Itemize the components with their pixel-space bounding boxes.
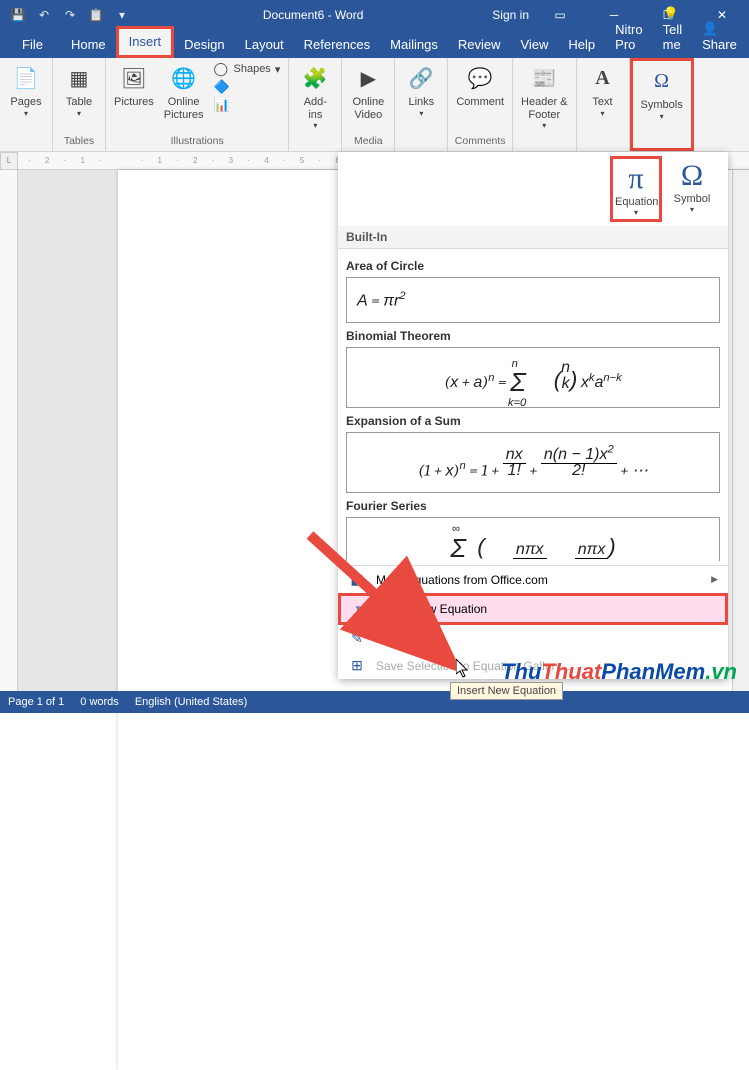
undo-icon[interactable]: ↶ <box>32 3 56 27</box>
save-gallery-icon: ⊞ <box>348 657 366 674</box>
symbols-button[interactable]: ΩSymbols▾ <box>637 63 687 123</box>
share-button[interactable]: 👤Share <box>692 16 747 58</box>
header-footer-button[interactable]: 📰Header & Footer▾ <box>517 60 571 132</box>
equation-item-label: Fourier Series <box>346 499 720 513</box>
status-bar: Page 1 of 1 0 words English (United Stat… <box>0 691 749 713</box>
office-icon: ◧ <box>348 571 366 588</box>
vertical-ruler[interactable] <box>0 170 18 691</box>
comments-group-label: Comments <box>452 135 508 149</box>
header-footer-icon: 📰 <box>528 62 560 94</box>
pictures-icon: 🖼 <box>118 62 150 94</box>
page-count[interactable]: Page 1 of 1 <box>8 696 64 708</box>
ribbon: 📄Pages▾ ▦Table▾ Tables 🖼Pictures 🌐Online… <box>0 58 749 152</box>
redo-icon[interactable]: ↷ <box>58 3 82 27</box>
addins-button[interactable]: 🧩Add- ins▾ <box>293 60 337 132</box>
equation-gallery[interactable]: Area of Circle A = πr2 Binomial Theorem … <box>338 249 728 565</box>
save-icon[interactable]: 💾 <box>6 3 30 27</box>
pictures-button[interactable]: 🖼Pictures <box>110 60 158 111</box>
chart-button[interactable]: 📊 <box>210 96 285 114</box>
paste-icon[interactable]: 📋 <box>84 3 108 27</box>
vertical-scrollbar[interactable] <box>732 170 749 691</box>
table-button[interactable]: ▦Table▾ <box>57 60 101 120</box>
chart-icon: 📊 <box>214 97 230 113</box>
online-video-button[interactable]: ▶Online Video <box>346 60 390 123</box>
tab-review[interactable]: Review <box>448 32 511 58</box>
text-icon: A <box>587 62 619 94</box>
tab-insert[interactable]: Insert <box>116 26 175 58</box>
shapes-button[interactable]: ◯Shapes ▾ <box>210 60 285 78</box>
video-icon: ▶ <box>352 62 384 94</box>
equation-item-label: Area of Circle <box>346 259 720 273</box>
links-icon: 🔗 <box>405 62 437 94</box>
tab-references[interactable]: References <box>294 32 380 58</box>
equation-preview-fourier[interactable]: Σ∞ ( nπx nπx) <box>346 517 720 561</box>
omega-icon: Ω <box>668 158 716 193</box>
tab-layout[interactable]: Layout <box>235 32 294 58</box>
comment-icon: 💬 <box>464 62 496 94</box>
ink-icon: ✎ <box>348 630 366 647</box>
equation-preview-binomial[interactable]: (x + a)n = Σnk=0 (nk) xkan−k <box>346 347 720 407</box>
builtin-header: Built-In <box>338 226 728 249</box>
insert-new-equation-item[interactable]: πInsert New Equation <box>338 593 728 625</box>
customize-qat-icon[interactable]: ▾ <box>110 3 134 27</box>
tab-design[interactable]: Design <box>174 32 234 58</box>
equation-dropdown-panel: π Equation ▾ Ω Symbol ▾ Built-In Area of… <box>338 152 728 679</box>
quick-access-toolbar: 💾 ↶ ↷ 📋 ▾ <box>0 3 134 27</box>
tab-help[interactable]: Help <box>558 32 605 58</box>
table-icon: ▦ <box>63 62 95 94</box>
equation-item-label: Binomial Theorem <box>346 329 720 343</box>
text-button[interactable]: AText▾ <box>581 60 625 120</box>
equation-preview-area-circle[interactable]: A = πr2 <box>346 277 720 323</box>
links-button[interactable]: 🔗Links▾ <box>399 60 443 120</box>
illustrations-group-label: Illustrations <box>110 135 284 149</box>
addins-icon: 🧩 <box>299 62 331 94</box>
icons-button[interactable]: 🔷 <box>210 78 285 96</box>
word-count[interactable]: 0 words <box>80 696 119 708</box>
symbol-button[interactable]: Ω Symbol ▾ <box>666 156 718 222</box>
tab-home[interactable]: Home <box>61 32 116 58</box>
more-equations-item[interactable]: ◧More Equations from Office.com▶ <box>338 566 728 593</box>
equation-preview-expansion[interactable]: (1 + x)n = 1 + nx1! + n(n − 1)x22! + ⋯ <box>346 432 720 493</box>
omega-icon: Ω <box>646 65 678 97</box>
share-icon: 👤 <box>702 21 718 37</box>
ink-equation-item[interactable]: ✎Ink Equation <box>338 625 728 652</box>
language[interactable]: English (United States) <box>135 696 248 708</box>
tab-view[interactable]: View <box>510 32 558 58</box>
pi-icon: π <box>615 161 657 196</box>
pi-icon: π <box>351 601 369 617</box>
online-pictures-icon: 🌐 <box>168 62 200 94</box>
pages-button[interactable]: 📄Pages▾ <box>4 60 48 120</box>
window-title: Document6 - Word <box>134 8 492 22</box>
shapes-icon: ◯ <box>214 61 230 77</box>
tab-nitro-pro[interactable]: Nitro Pro <box>605 17 652 58</box>
ribbon-display-icon[interactable]: ▭ <box>537 0 583 30</box>
online-pictures-button[interactable]: 🌐Online Pictures <box>160 60 208 123</box>
chevron-right-icon: ▶ <box>711 574 718 585</box>
ribbon-tabs: File Home Insert Design Layout Reference… <box>0 30 749 58</box>
tables-group-label: Tables <box>57 135 101 149</box>
tell-me[interactable]: 💡 Tell me <box>653 1 693 58</box>
tab-file[interactable]: File <box>4 32 61 58</box>
tab-mailings[interactable]: Mailings <box>380 32 448 58</box>
watermark: ThuThuatPhanMem.vn <box>501 659 737 685</box>
sign-in-link[interactable]: Sign in <box>492 8 529 22</box>
icons-icon: 🔷 <box>214 79 230 95</box>
comment-button[interactable]: 💬Comment <box>452 60 508 111</box>
equation-item-label: Expansion of a Sum <box>346 414 720 428</box>
ruler-corner[interactable]: L <box>0 152 18 170</box>
pages-icon: 📄 <box>10 62 42 94</box>
media-group-label: Media <box>346 135 390 149</box>
equation-button[interactable]: π Equation ▾ <box>610 156 662 222</box>
